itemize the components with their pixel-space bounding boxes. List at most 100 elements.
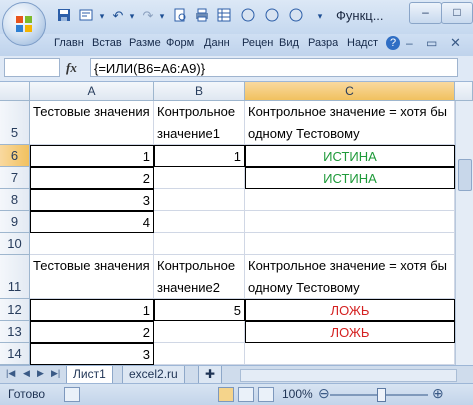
office-button[interactable] <box>2 2 46 46</box>
zoom-in-icon[interactable]: ⊕ <box>432 385 444 402</box>
save-icon[interactable] <box>56 8 72 24</box>
cell-b13[interactable] <box>154 321 245 343</box>
row-header[interactable]: 13 <box>0 321 30 343</box>
cell-b12[interactable]: 5 <box>154 299 245 321</box>
column-header-c[interactable]: C <box>245 82 455 101</box>
row-header[interactable]: 6 <box>0 145 30 167</box>
cell-b10[interactable] <box>154 233 245 255</box>
cell-c8[interactable] <box>245 189 455 211</box>
cell-a10[interactable] <box>30 233 154 255</box>
ribbon-close-icon[interactable]: ✕ <box>450 35 461 51</box>
first-sheet-icon[interactable]: |◀ <box>6 368 15 379</box>
ribbon-restore-icon[interactable]: ▭ <box>426 36 437 50</box>
row-header[interactable]: 7 <box>0 167 30 189</box>
cell-a11[interactable]: Тестовые значения <box>30 255 154 299</box>
cell-a5[interactable]: Тестовые значения <box>30 101 154 145</box>
preview-icon[interactable] <box>172 8 188 24</box>
insert-sheet-icon[interactable]: ✚ <box>198 366 222 384</box>
page-layout-view-icon[interactable] <box>238 387 254 402</box>
maximize-button[interactable]: □ <box>441 2 473 24</box>
redo-dropdown-icon[interactable]: ▾ <box>154 8 170 24</box>
tab-insert[interactable]: Встав <box>92 37 122 49</box>
macro-record-icon[interactable] <box>64 387 80 402</box>
maximize-icon: □ <box>453 5 461 19</box>
cell-b8[interactable] <box>154 189 245 211</box>
row-header[interactable]: 8 <box>0 189 30 211</box>
minimize-icon: – <box>422 5 429 19</box>
row-header[interactable]: 12 <box>0 299 30 321</box>
tab-page-layout[interactable]: Разме <box>129 37 161 49</box>
row-header[interactable]: 14 <box>0 343 30 365</box>
cell-c11[interactable]: Контрольное значение = хотя бы одному Те… <box>245 255 455 299</box>
cell-c13[interactable]: ЛОЖЬ <box>245 321 455 343</box>
quick-access-icon-2[interactable] <box>264 8 280 24</box>
row-header[interactable]: 5 <box>0 101 30 145</box>
formula-bar: fx {=ИЛИ(B6=A6:A9)} <box>0 56 473 82</box>
normal-view-icon[interactable] <box>218 387 234 402</box>
row-header[interactable]: 9 <box>0 211 30 233</box>
zoom-out-icon[interactable]: ⊖ <box>318 385 330 402</box>
tab-data[interactable]: Данн <box>204 37 230 49</box>
customize-toolbar-icon[interactable]: ▾ <box>312 8 328 24</box>
zoom-slider-thumb[interactable] <box>377 388 386 402</box>
cell-b14[interactable] <box>154 343 245 365</box>
cell-c10[interactable] <box>245 233 455 255</box>
column-header-a[interactable]: A <box>30 82 154 101</box>
cell-c5[interactable]: Контрольное значение = хотя бы одному Те… <box>245 101 455 145</box>
fx-icon[interactable]: fx <box>66 60 77 76</box>
dropdown-arrow-icon[interactable]: ▾ <box>94 8 110 24</box>
tab-home[interactable]: Главн <box>54 37 84 49</box>
ribbon-minimize-icon[interactable]: – <box>406 36 413 50</box>
cell-a9[interactable]: 4 <box>30 211 154 233</box>
cell-a7[interactable]: 2 <box>30 167 154 189</box>
row-header[interactable]: 10 <box>0 233 30 255</box>
cell-c6[interactable]: ИСТИНА <box>245 145 455 167</box>
ribbon-tabs: Главн Встав Разме Форм Данн Рецен Вид Ра… <box>0 34 473 57</box>
sheet-tab-1[interactable]: Лист1 <box>66 366 113 384</box>
column-header-d[interactable] <box>455 82 473 101</box>
cell-b5[interactable]: Контрольное значение1 <box>154 101 245 145</box>
scrollbar-thumb[interactable] <box>458 159 472 191</box>
cell-c7[interactable]: ИСТИНА <box>245 167 455 189</box>
tab-addins[interactable]: Надст <box>347 37 378 49</box>
cell-c12[interactable]: ЛОЖЬ <box>245 299 455 321</box>
cell-a12[interactable]: 1 <box>30 299 154 321</box>
tab-view[interactable]: Вид <box>279 37 299 49</box>
cell-b6[interactable]: 1 <box>154 145 245 167</box>
sheet-tabs-bar: |◀ ◀ ▶ ▶| Лист1 excel2.ru ✚ <box>0 365 473 384</box>
cell-c9[interactable] <box>245 211 455 233</box>
cell-b9[interactable] <box>154 211 245 233</box>
last-sheet-icon[interactable]: ▶| <box>51 368 60 379</box>
column-header-b[interactable]: B <box>154 82 245 101</box>
cell-a8[interactable]: 3 <box>30 189 154 211</box>
vertical-scrollbar[interactable] <box>455 101 473 365</box>
sheet-tab-2[interactable]: excel2.ru <box>122 366 185 384</box>
cell-a14[interactable]: 3 <box>30 343 154 365</box>
page-break-view-icon[interactable] <box>258 387 274 402</box>
print-icon[interactable] <box>194 8 210 24</box>
tab-developer[interactable]: Разра <box>308 37 338 49</box>
form-icon[interactable] <box>78 8 94 24</box>
cell-b7[interactable] <box>154 167 245 189</box>
quick-access-icon-3[interactable] <box>288 8 304 24</box>
quick-access-icon-1[interactable] <box>240 8 256 24</box>
name-box[interactable] <box>4 58 60 77</box>
cell-a6[interactable]: 1 <box>30 145 154 167</box>
help-icon[interactable]: ? <box>386 36 400 50</box>
cell-c14[interactable] <box>245 343 455 365</box>
minimize-button[interactable]: – <box>409 2 442 24</box>
tab-formulas[interactable]: Форм <box>166 37 194 49</box>
table-icon[interactable] <box>216 8 232 24</box>
status-bar: Готово 100% ⊖ ⊕ <box>0 383 473 405</box>
tab-review[interactable]: Рецен <box>242 37 273 49</box>
horizontal-scrollbar[interactable] <box>240 369 457 382</box>
next-sheet-icon[interactable]: ▶ <box>37 368 44 379</box>
undo-dropdown-icon[interactable]: ▾ <box>124 8 140 24</box>
select-all-corner[interactable] <box>0 82 30 101</box>
prev-sheet-icon[interactable]: ◀ <box>23 368 30 379</box>
cell-b11[interactable]: Контрольное значение2 <box>154 255 245 299</box>
cell-a13[interactable]: 2 <box>30 321 154 343</box>
formula-input[interactable]: {=ИЛИ(B6=A6:A9)} <box>90 58 458 77</box>
row-header[interactable]: 11 <box>0 255 30 299</box>
zoom-level[interactable]: 100% <box>282 387 313 401</box>
